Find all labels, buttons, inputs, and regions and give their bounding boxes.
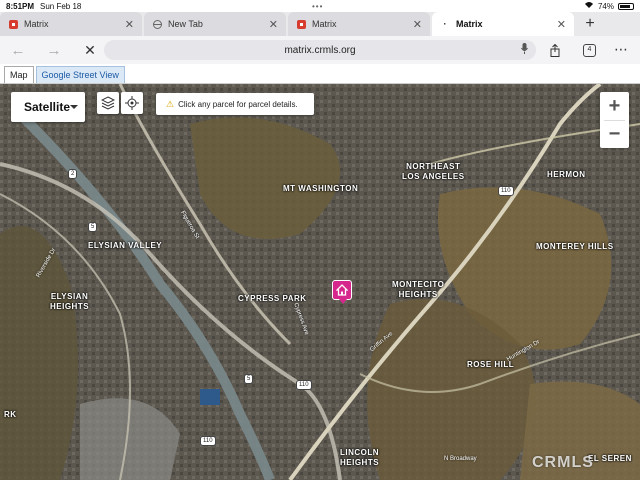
crosshair-icon [125, 96, 139, 110]
wifi-icon [584, 1, 594, 11]
label-montecito-heights: MONTECITO HEIGHTS [392, 280, 445, 299]
warning-icon: ⚠ [166, 98, 175, 109]
tab-new-tab[interactable]: New Tab ✕ [144, 12, 286, 36]
highway-shield: 5 [88, 222, 98, 232]
close-icon[interactable]: ✕ [125, 18, 134, 31]
highway-shield: 110 [200, 436, 216, 446]
matrix-icon [8, 19, 18, 29]
layers-icon [101, 96, 115, 110]
label-el-sereno: EL SEREN [588, 454, 632, 463]
tab-matrix-2[interactable]: Matrix ✕ [288, 12, 430, 36]
label-lincoln-heights: LINCOLN HEIGHTS [340, 448, 380, 467]
close-icon[interactable]: ✕ [269, 18, 278, 31]
tab-title: Matrix [312, 19, 337, 29]
more-menu-icon[interactable]: ⋯ [614, 41, 628, 58]
battery-percent: 74% [597, 1, 614, 11]
tab-title: New Tab [168, 19, 203, 29]
highway-shield: 110 [296, 380, 312, 390]
map-type-dropdown[interactable]: Satellite [11, 92, 85, 122]
layers-button[interactable] [97, 92, 119, 114]
url-field[interactable]: matrix.crmls.org [104, 40, 536, 60]
microphone-icon[interactable] [521, 43, 528, 57]
status-right: 74% [584, 1, 634, 11]
zoom-in-button[interactable]: + [600, 92, 629, 120]
stop-loading-button[interactable]: ✕ [76, 36, 104, 64]
tab-title: Matrix [24, 19, 49, 29]
forward-button[interactable]: → [40, 36, 68, 64]
address-toolbar: ← → ✕ matrix.crmls.org 4 ⋯ [0, 36, 640, 64]
label-park: RK [4, 410, 17, 419]
label-hermon: HERMON [547, 170, 586, 179]
tab-map[interactable]: Map [4, 66, 34, 83]
tab-title: Matrix [456, 19, 483, 29]
highway-shield: 5 [244, 374, 254, 384]
share-icon[interactable] [550, 43, 560, 60]
road-label: N Broadway [444, 456, 477, 462]
status-bar: 8:51PM Sun Feb 18 ••• 74% [0, 0, 640, 12]
tab-bar: Matrix ✕ New Tab ✕ Matrix ✕ · Matrix ✕ + [0, 12, 640, 36]
highway-shield: 110 [498, 186, 514, 196]
battery-icon [618, 2, 634, 10]
tab-street-view[interactable]: Google Street View [35, 66, 125, 83]
url-text: matrix.crmls.org [284, 44, 356, 56]
matrix-icon: · [443, 19, 447, 29]
label-elysian-valley: ELYSIAN VALLEY [88, 241, 163, 250]
zoom-out-button[interactable]: − [600, 121, 629, 148]
label-mt-washington: MT WASHINGTON [283, 184, 359, 193]
new-tab-button[interactable]: + [576, 12, 604, 36]
map-view-tabs: Map Google Street View [0, 64, 640, 84]
close-icon[interactable]: ✕ [557, 18, 566, 31]
tab-matrix-1[interactable]: Matrix ✕ [0, 12, 142, 36]
close-icon[interactable]: ✕ [413, 18, 422, 31]
tab-overview-button[interactable]: 4 [583, 44, 596, 57]
house-icon [336, 284, 348, 296]
back-button[interactable]: ← [4, 36, 32, 64]
highway-shield: 2 [68, 169, 78, 179]
map-type-label: Satellite [24, 100, 71, 114]
listing-marker[interactable] [332, 280, 352, 304]
label-monterey-hills: MONTEREY HILLS [536, 242, 614, 251]
parcel-notice-text: Click any parcel for parcel details. [178, 99, 298, 109]
label-elysian-heights: ELYSIAN HEIGHTS [50, 292, 90, 311]
label-northeast-la: NORTHEAST LOS ANGELES [402, 162, 465, 181]
zoom-control: + − [600, 92, 629, 148]
multitask-dots-icon[interactable]: ••• [312, 2, 323, 11]
tab-matrix-active[interactable]: · Matrix ✕ [432, 12, 574, 36]
satellite-imagery [0, 84, 640, 480]
status-time: 8:51PM [6, 1, 35, 11]
label-rose-hill: ROSE HILL [467, 360, 515, 369]
globe-icon [152, 19, 162, 29]
chevron-down-icon [70, 105, 78, 109]
watermark: CRMLS [532, 454, 594, 471]
parcel-notice: ⚠ Click any parcel for parcel details. [156, 93, 314, 115]
matrix-icon [296, 19, 306, 29]
status-date: Sun Feb 18 [40, 1, 82, 11]
map-canvas[interactable]: Satellite ⚠ Click any parcel for parcel … [0, 84, 640, 480]
locate-me-button[interactable] [121, 92, 143, 114]
